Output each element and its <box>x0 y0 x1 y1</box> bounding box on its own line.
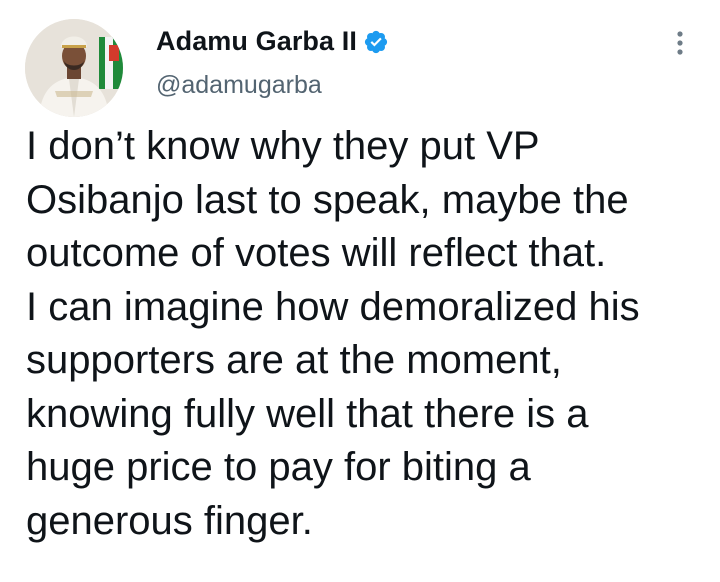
author-row: Adamu Garba II <box>156 26 389 57</box>
verified-badge-icon <box>363 29 389 55</box>
author-display-name[interactable]: Adamu Garba II <box>156 26 357 57</box>
tweet-text: I don’t know why they put VP Osibanjo la… <box>26 124 640 543</box>
tweet-card: Adamu Garba II @adamugarba I don’t know … <box>0 0 720 582</box>
author-handle[interactable]: @adamugarba <box>156 71 322 100</box>
avatar-image <box>25 19 123 117</box>
vertical-ellipsis-icon[interactable] <box>668 28 692 58</box>
avatar[interactable] <box>25 19 123 117</box>
